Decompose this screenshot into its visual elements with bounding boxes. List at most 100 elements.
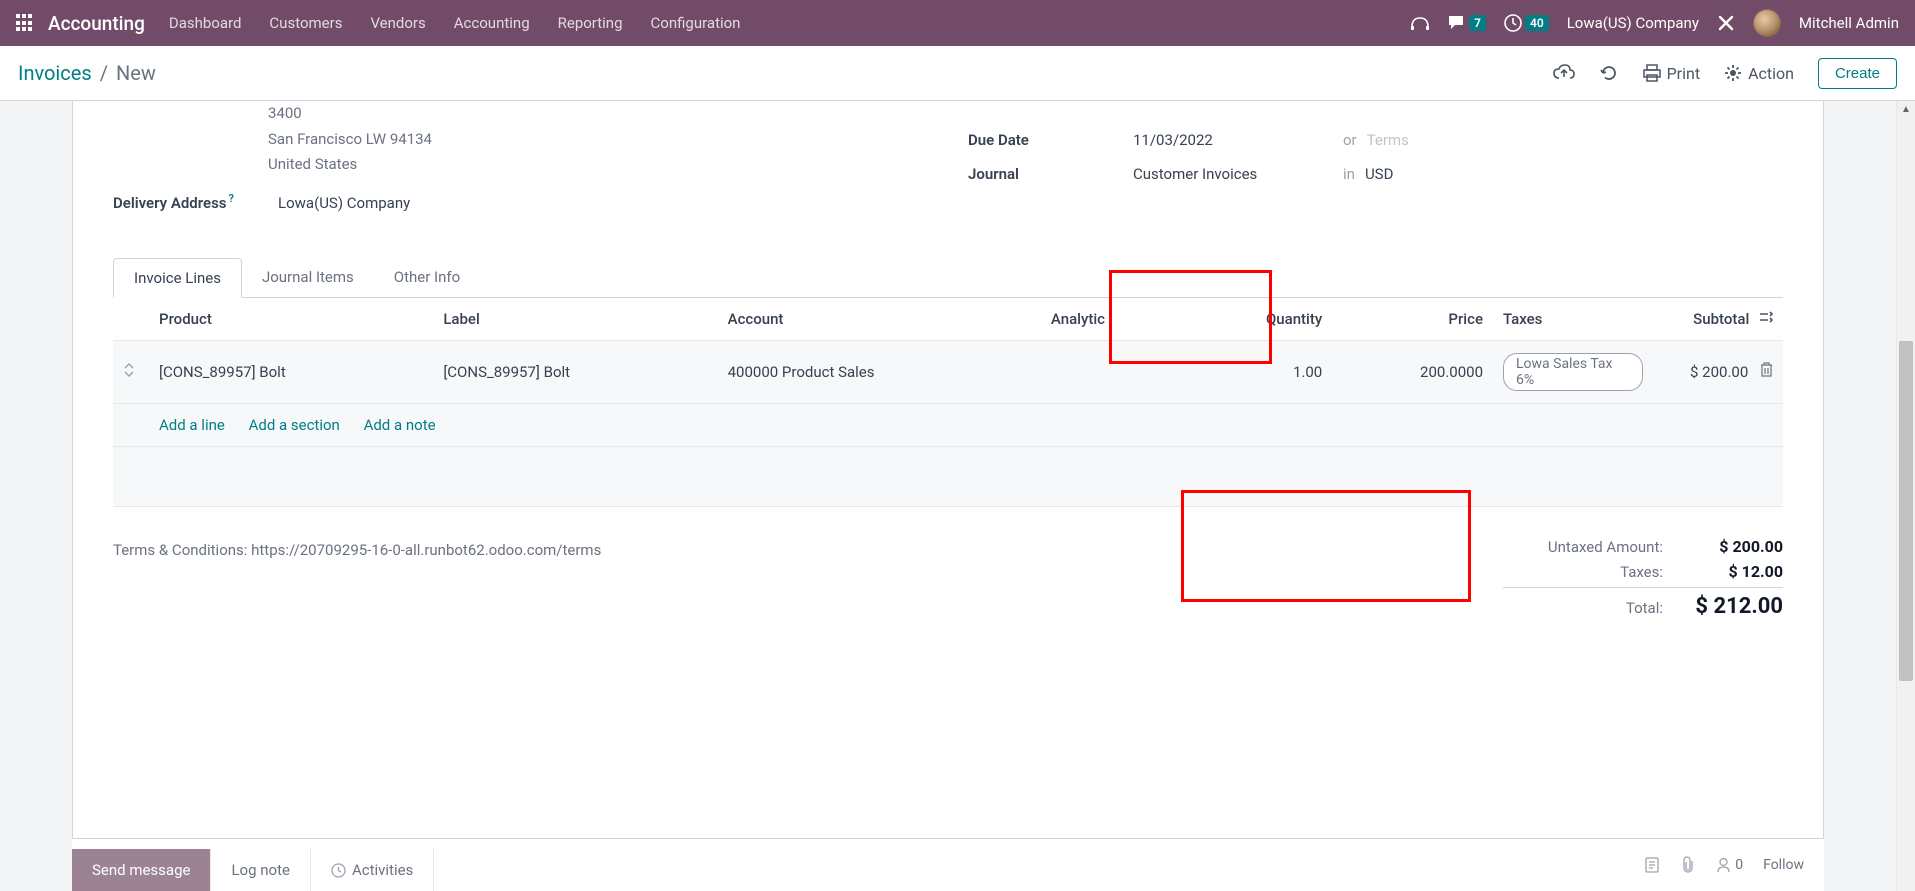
form-right-col: Due Date 11/03/2022 or Terms Journal Cus… xyxy=(968,101,1783,228)
chatter-tabs: Send message Log note Activities xyxy=(72,839,434,891)
cell-taxes[interactable]: Lowa Sales Tax 6% xyxy=(1493,340,1653,403)
main-wrapper: 3400 San Francisco LW 94134 United State… xyxy=(0,101,1896,891)
customer-address: 3400 San Francisco LW 94134 United State… xyxy=(268,101,928,178)
cloud-upload-icon[interactable] xyxy=(1553,64,1575,82)
user-menu[interactable]: Mitchell Admin xyxy=(1799,14,1899,32)
debug-icon[interactable] xyxy=(1717,14,1735,32)
table-spacer xyxy=(113,446,1783,506)
chatter-bar: Send message Log note Activities 0 Follo… xyxy=(72,838,1824,891)
col-product[interactable]: Product xyxy=(149,298,433,341)
app-brand[interactable]: Accounting xyxy=(48,12,145,35)
col-price[interactable]: Price xyxy=(1332,298,1493,341)
activities-badge: 40 xyxy=(1525,15,1549,31)
nav-menu: Dashboard Customers Vendors Accounting R… xyxy=(169,14,741,32)
avatar[interactable] xyxy=(1753,9,1781,37)
total-label: Total: xyxy=(1523,599,1663,617)
follow-button[interactable]: Follow xyxy=(1763,857,1804,873)
print-button[interactable]: Print xyxy=(1643,64,1700,83)
company-selector[interactable]: Lowa(US) Company xyxy=(1567,14,1699,32)
currency-value[interactable]: USD xyxy=(1365,165,1393,183)
cell-product[interactable]: [CONS_89957] Bolt xyxy=(149,340,433,403)
address-line-1: 3400 xyxy=(268,101,928,127)
create-button[interactable]: Create xyxy=(1818,58,1897,89)
cell-price[interactable]: 200.0000 xyxy=(1332,340,1493,403)
action-button[interactable]: Action xyxy=(1724,64,1794,83)
col-taxes[interactable]: Taxes xyxy=(1493,298,1653,341)
totals-panel: Untaxed Amount: $ 200.00 Taxes: $ 12.00 … xyxy=(1503,537,1783,625)
control-panel-right: Print Action Create xyxy=(1553,58,1897,89)
form-left-col: 3400 San Francisco LW 94134 United State… xyxy=(113,101,928,228)
tab-journal-items[interactable]: Journal Items xyxy=(242,258,374,297)
send-message-button[interactable]: Send message xyxy=(72,849,211,891)
cell-account[interactable]: 400000 Product Sales xyxy=(718,340,1041,403)
col-account[interactable]: Account xyxy=(718,298,1041,341)
cell-label[interactable]: [CONS_89957] Bolt xyxy=(433,340,717,403)
scroll-thumb[interactable] xyxy=(1899,341,1913,681)
breadcrumb-root[interactable]: Invoices xyxy=(18,61,92,85)
drag-handle-icon[interactable] xyxy=(123,363,139,381)
optional-columns-icon[interactable] xyxy=(1759,310,1773,328)
breadcrumb: Invoices / New xyxy=(18,61,156,85)
top-navbar: Accounting Dashboard Customers Vendors A… xyxy=(0,0,1915,46)
breadcrumb-current: New xyxy=(116,61,156,85)
nav-customers[interactable]: Customers xyxy=(269,14,342,32)
add-a-note[interactable]: Add a note xyxy=(364,416,436,434)
paperclip-icon[interactable] xyxy=(1680,856,1696,874)
cell-quantity[interactable]: 1.00 xyxy=(1184,340,1332,403)
nav-dashboard[interactable]: Dashboard xyxy=(169,14,242,32)
cell-analytic[interactable] xyxy=(1041,340,1185,403)
delivery-address-label: Delivery Address? xyxy=(113,192,278,212)
tab-other-info[interactable]: Other Info xyxy=(374,258,480,297)
chatter-right: 0 Follow xyxy=(1644,856,1824,874)
apps-icon[interactable] xyxy=(16,14,34,32)
due-date-or: or xyxy=(1343,131,1357,149)
taxes-row: Taxes: $ 12.00 xyxy=(1503,562,1783,581)
due-date-label: Due Date xyxy=(968,131,1133,149)
scroll-up-arrow[interactable]: ▲ xyxy=(1897,101,1915,119)
journal-in: in xyxy=(1343,165,1355,183)
messages-icon[interactable]: 7 xyxy=(1448,15,1486,31)
delivery-address-row: Delivery Address? Lowa(US) Company xyxy=(113,192,928,212)
messages-badge: 7 xyxy=(1469,15,1486,31)
col-subtotal[interactable]: Subtotal xyxy=(1693,310,1749,328)
terms-and-conditions[interactable]: Terms & Conditions: https://20709295-16-… xyxy=(113,537,1503,625)
table-header-row: Product Label Account Analytic Quantity … xyxy=(113,298,1783,341)
journal-label: Journal xyxy=(968,165,1133,183)
clock-icon xyxy=(331,863,346,878)
followers-count[interactable]: 0 xyxy=(1716,857,1743,873)
untaxed-row: Untaxed Amount: $ 200.00 xyxy=(1503,537,1783,556)
journal-row: Journal Customer Invoices in USD xyxy=(968,165,1783,183)
journal-value[interactable]: Customer Invoices xyxy=(1133,165,1333,183)
untaxed-value: $ 200.00 xyxy=(1683,537,1783,556)
vertical-scrollbar[interactable]: ▲ xyxy=(1896,101,1915,891)
nav-accounting[interactable]: Accounting xyxy=(454,14,530,32)
total-row: Total: $ 212.00 xyxy=(1503,587,1783,619)
activities-button[interactable]: Activities xyxy=(311,849,434,891)
nav-configuration[interactable]: Configuration xyxy=(651,14,741,32)
delete-line-icon[interactable] xyxy=(1760,363,1773,381)
breadcrumb-sep: / xyxy=(100,61,108,85)
col-label[interactable]: Label xyxy=(433,298,717,341)
due-date-value[interactable]: 11/03/2022 xyxy=(1133,131,1333,149)
form-sheet: 3400 San Francisco LW 94134 United State… xyxy=(72,101,1824,838)
discard-icon[interactable] xyxy=(1599,63,1619,83)
support-icon[interactable] xyxy=(1410,15,1430,31)
activities-icon[interactable]: 40 xyxy=(1504,14,1549,32)
col-analytic[interactable]: Analytic xyxy=(1041,298,1185,341)
log-note-button[interactable]: Log note xyxy=(211,849,310,891)
help-icon[interactable]: ? xyxy=(229,192,234,205)
tax-tag[interactable]: Lowa Sales Tax 6% xyxy=(1503,353,1643,391)
attachments-icon[interactable] xyxy=(1644,856,1660,874)
payment-terms-field[interactable]: Terms xyxy=(1367,131,1409,149)
add-row: Add a line Add a section Add a note xyxy=(113,403,1783,446)
add-a-section[interactable]: Add a section xyxy=(249,416,340,434)
nav-vendors[interactable]: Vendors xyxy=(370,14,425,32)
table-row[interactable]: [CONS_89957] Bolt [CONS_89957] Bolt 4000… xyxy=(113,340,1783,403)
due-date-row: Due Date 11/03/2022 or Terms xyxy=(968,131,1783,149)
nav-reporting[interactable]: Reporting xyxy=(558,14,623,32)
add-a-line[interactable]: Add a line xyxy=(159,416,225,434)
col-quantity[interactable]: Quantity xyxy=(1184,298,1332,341)
tab-invoice-lines[interactable]: Invoice Lines xyxy=(113,258,242,298)
delivery-address-value[interactable]: Lowa(US) Company xyxy=(278,194,410,212)
taxes-value: $ 12.00 xyxy=(1683,562,1783,581)
